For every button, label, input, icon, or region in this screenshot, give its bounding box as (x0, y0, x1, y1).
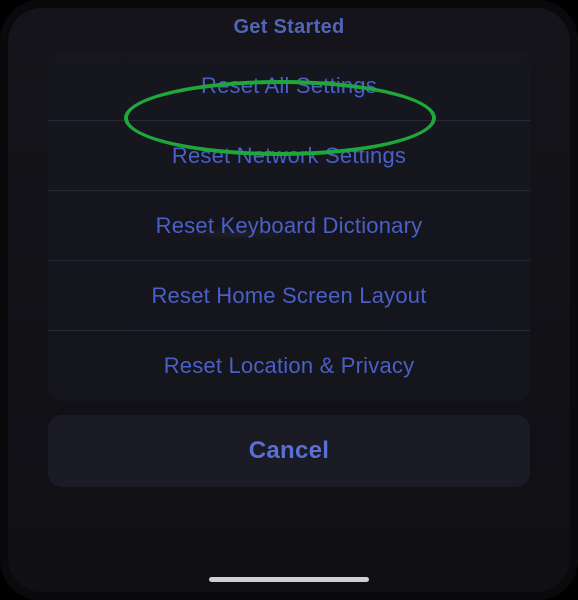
reset-home-screen-layout-option[interactable]: Reset Home Screen Layout (48, 261, 530, 331)
phone-frame: Get Started Reset All Settings Reset Net… (0, 0, 578, 600)
reset-options-group: Reset All Settings Reset Network Setting… (48, 51, 530, 401)
cancel-button[interactable]: Cancel (48, 415, 530, 487)
reset-network-settings-option[interactable]: Reset Network Settings (48, 121, 530, 191)
action-sheet: Reset All Settings Reset Network Setting… (8, 51, 570, 592)
reset-keyboard-dictionary-option[interactable]: Reset Keyboard Dictionary (48, 191, 530, 261)
screen: Get Started Reset All Settings Reset Net… (8, 8, 570, 592)
reset-all-settings-option[interactable]: Reset All Settings (48, 51, 530, 121)
reset-location-privacy-option[interactable]: Reset Location & Privacy (48, 331, 530, 401)
home-indicator[interactable] (209, 577, 369, 582)
header-title: Get Started (8, 8, 570, 51)
